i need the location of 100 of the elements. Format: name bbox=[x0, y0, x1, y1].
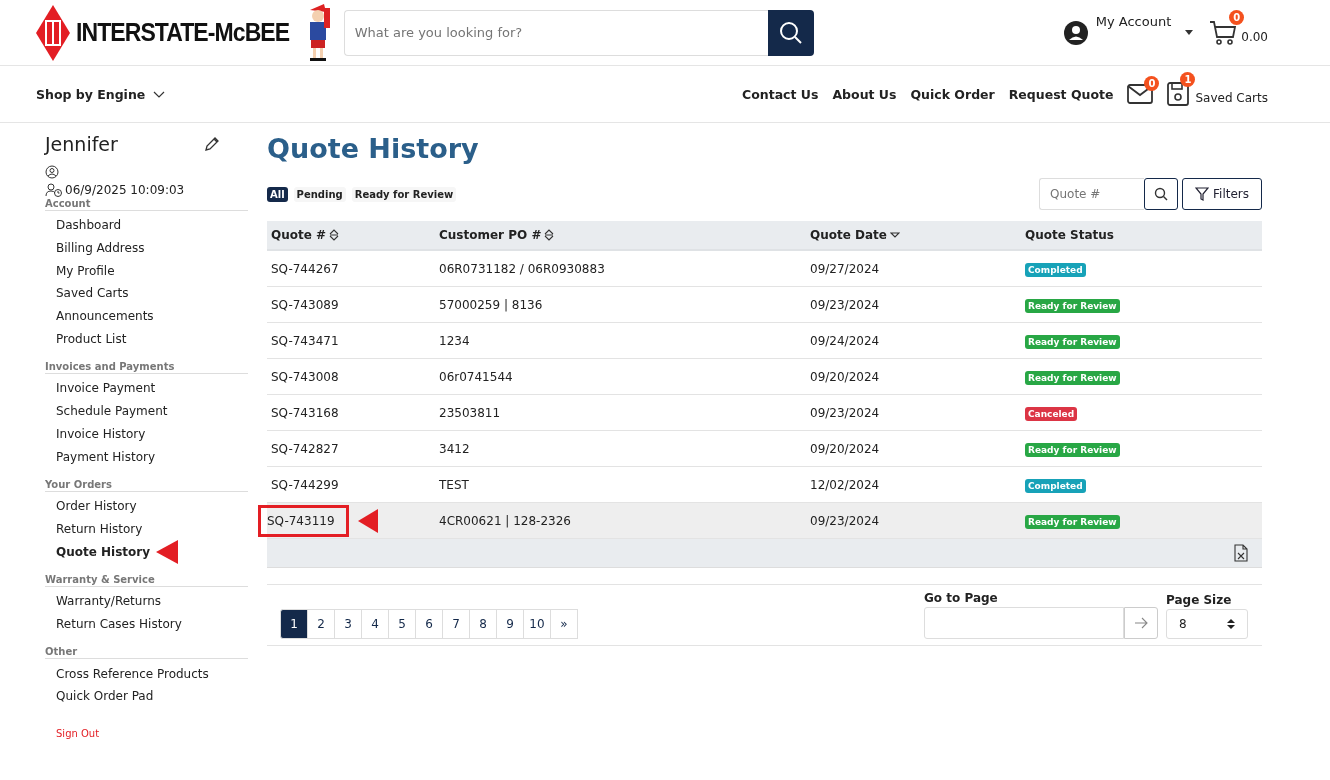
nav-link[interactable]: About Us bbox=[832, 86, 897, 102]
caret-icon[interactable] bbox=[1185, 30, 1194, 35]
quote-number-link[interactable]: SQ-743168 bbox=[271, 405, 339, 420]
up-down-caret-icon[interactable] bbox=[1227, 618, 1235, 630]
page-link[interactable]: 4 bbox=[361, 609, 389, 639]
sidebar-link[interactable]: Quick Order Pad bbox=[56, 689, 154, 704]
page-link[interactable]: 8 bbox=[469, 609, 497, 639]
column-header[interactable]: Quote # bbox=[271, 228, 340, 242]
page-link[interactable]: 2 bbox=[307, 609, 335, 639]
sidebar-link[interactable]: Return Cases History bbox=[56, 616, 182, 631]
page-size-select[interactable]: 8 bbox=[1166, 609, 1248, 639]
arrow-right-icon[interactable] bbox=[1134, 617, 1148, 629]
search-button[interactable] bbox=[1144, 178, 1178, 210]
sidebar-link[interactable]: Order History bbox=[56, 499, 137, 514]
filter-tab[interactable]: All bbox=[267, 186, 288, 202]
filter-tab[interactable]: Pending bbox=[293, 186, 346, 202]
sign-out-link[interactable]: Sign Out bbox=[56, 727, 100, 739]
status-badge: Ready for Review bbox=[1025, 298, 1120, 313]
sidebar-link[interactable]: Return History bbox=[56, 521, 143, 536]
cart-total: 0.00 bbox=[1241, 29, 1268, 44]
filter-tab[interactable]: Ready for Review bbox=[351, 186, 457, 202]
search-field[interactable]: What are you looking for? bbox=[343, 9, 768, 56]
sidebar-link[interactable]: Invoice Payment bbox=[56, 381, 156, 396]
quote-date-cell: 09/23/2024 bbox=[810, 297, 880, 312]
customer-po-cell: 23503811 bbox=[439, 405, 501, 420]
quote-search-field[interactable]: Quote # bbox=[1039, 178, 1144, 210]
page-number-field[interactable] bbox=[924, 607, 1124, 639]
sort-down-icon[interactable] bbox=[890, 231, 900, 239]
search-button[interactable] bbox=[767, 9, 814, 56]
customer-po-cell: 06R0731182 / 06R0930883 bbox=[439, 261, 605, 276]
sidebar-link[interactable]: Product List bbox=[56, 331, 127, 346]
saved-carts-link[interactable]: Saved Carts bbox=[1195, 91, 1268, 105]
status-badge: Completed bbox=[1025, 478, 1086, 493]
customer-po-cell: 57000259 | 8136 bbox=[439, 297, 543, 312]
quote-number-link[interactable]: SQ-743119 bbox=[261, 507, 346, 534]
customer-po-cell: 06r0741544 bbox=[439, 369, 513, 384]
section-heading: Invoices and Payments bbox=[45, 360, 248, 375]
quote-number-link[interactable]: SQ-742827 bbox=[271, 441, 339, 456]
sidebar-link[interactable]: Billing Address bbox=[56, 241, 145, 256]
chevron-down-icon[interactable] bbox=[153, 90, 166, 98]
search-icon[interactable] bbox=[778, 20, 803, 45]
page-link[interactable]: 5 bbox=[388, 609, 416, 639]
page-size-label: Page Size bbox=[1166, 593, 1233, 607]
sidebar-link[interactable]: Invoice History bbox=[56, 426, 146, 441]
page-link[interactable]: 10 bbox=[523, 609, 551, 639]
pointer-arrow-icon bbox=[357, 508, 378, 533]
sidebar-link[interactable]: Schedule Payment bbox=[56, 404, 168, 419]
diamond-logo-icon bbox=[36, 4, 70, 61]
page-link[interactable]: » bbox=[550, 609, 578, 639]
sort-icon[interactable] bbox=[544, 229, 555, 241]
column-header[interactable]: Quote Status bbox=[1025, 228, 1114, 242]
user-name: Jennifer bbox=[45, 133, 118, 155]
column-header[interactable]: Customer PO # bbox=[439, 228, 555, 242]
sidebar-link[interactable]: Payment History bbox=[56, 449, 156, 464]
pencil-icon[interactable] bbox=[204, 136, 220, 152]
page-link[interactable]: 3 bbox=[334, 609, 362, 639]
filters-button[interactable]: Filters bbox=[1182, 178, 1262, 210]
sidebar-link[interactable]: Saved Carts bbox=[56, 286, 129, 301]
user-avatar-icon[interactable] bbox=[1063, 20, 1088, 45]
my-account-link[interactable]: My Account bbox=[1095, 13, 1172, 29]
saved-carts-count-badge: 1 bbox=[1180, 72, 1196, 87]
quote-number-link[interactable]: SQ-744299 bbox=[271, 477, 339, 492]
customer-po-cell: 3412 bbox=[439, 441, 470, 456]
search-icon[interactable] bbox=[1154, 187, 1168, 201]
sidebar-link[interactable]: My Profile bbox=[56, 263, 115, 278]
sidebar-link[interactable]: Announcements bbox=[56, 309, 154, 324]
nav-link[interactable]: Request Quote bbox=[1008, 86, 1114, 102]
page-link[interactable]: 7 bbox=[442, 609, 470, 639]
sidebar-link[interactable]: Warranty/Returns bbox=[56, 594, 161, 609]
quote-date-cell: 09/23/2024 bbox=[810, 405, 880, 420]
page-link[interactable]: 9 bbox=[496, 609, 524, 639]
section-heading: Other bbox=[45, 645, 248, 660]
brand-name: INTERSTATE-McBEE bbox=[76, 18, 290, 47]
cart-count-badge: 0 bbox=[1229, 9, 1245, 25]
status-badge: Ready for Review bbox=[1025, 334, 1120, 349]
quote-date-cell: 09/27/2024 bbox=[810, 261, 880, 276]
nav-link[interactable]: Contact Us bbox=[742, 86, 819, 102]
excel-export-icon[interactable] bbox=[1234, 544, 1248, 562]
quote-number-link[interactable]: SQ-743008 bbox=[271, 369, 339, 384]
nav-link[interactable]: Quick Order bbox=[910, 86, 995, 102]
quote-number-link[interactable]: SQ-743471 bbox=[271, 333, 339, 348]
quote-date-cell: 09/20/2024 bbox=[810, 369, 880, 384]
section-heading: Warranty & Service bbox=[45, 572, 248, 587]
customer-po-cell: 1234 bbox=[439, 333, 470, 348]
quote-number-link[interactable]: SQ-744267 bbox=[271, 261, 339, 276]
user-circle-icon bbox=[45, 165, 59, 179]
page-link[interactable]: 1 bbox=[280, 609, 308, 639]
sidebar-link[interactable]: Quote History bbox=[56, 544, 151, 559]
status-badge: Completed bbox=[1025, 262, 1086, 277]
shop-by-engine-menu[interactable]: Shop by Engine bbox=[36, 86, 166, 102]
page-link[interactable]: 6 bbox=[415, 609, 443, 639]
sidebar-link[interactable]: Dashboard bbox=[56, 218, 122, 233]
filter-icon[interactable] bbox=[1195, 187, 1209, 201]
sidebar-link[interactable]: Cross Reference Products bbox=[56, 666, 209, 681]
cart-icon[interactable] bbox=[1209, 19, 1238, 46]
customer-po-cell: TEST bbox=[439, 477, 469, 492]
status-badge: Ready for Review bbox=[1025, 370, 1120, 385]
quote-number-link[interactable]: SQ-743089 bbox=[271, 297, 339, 312]
quote-date-cell: 09/20/2024 bbox=[810, 441, 880, 456]
sort-icon[interactable] bbox=[329, 229, 340, 241]
